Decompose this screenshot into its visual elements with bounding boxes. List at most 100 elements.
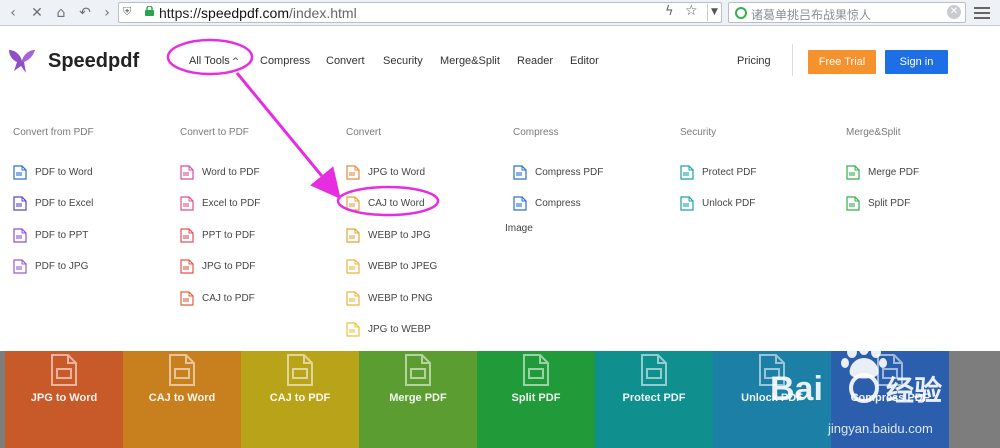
unlock-doc-icon: [680, 196, 694, 211]
dropdown-column: Convert from PDF PDF to Word PDF to Excel P…: [13, 98, 179, 351]
nav-compress[interactable]: Compress: [260, 55, 310, 67]
webp-to-png-icon: [346, 291, 360, 306]
dropdown-column-title: Convert to PDF: [180, 127, 249, 138]
tool-tile[interactable]: JPG to Word: [5, 351, 123, 448]
dropdown-tool-label: CAJ to PDF: [202, 293, 255, 304]
tool-tile-label: JPG to Word: [30, 392, 98, 404]
brand-name[interactable]: Speedpdf: [48, 50, 139, 73]
dropdown-column-title: Compress: [513, 127, 559, 138]
url-path: /index.html: [288, 5, 357, 21]
dropdown-tool-label: WEBP to JPG: [368, 230, 431, 241]
jpg-to-webp-icon: [346, 322, 360, 337]
forward-icon[interactable]: ›: [98, 4, 116, 22]
dropdown-tool-label: JPG to PDF: [202, 261, 256, 272]
site-header: Speedpdf All Tools ^ Compress Convert Sec…: [0, 26, 1000, 98]
dropdown-column: Security Protect PDF Unlock PDF: [680, 98, 846, 351]
url-host: speedpdf.com: [201, 5, 289, 21]
search-input[interactable]: 诸葛单挑吕布战果惊人 ✕: [728, 2, 966, 23]
pdf-tile-icon: [287, 354, 313, 386]
dropdown-tool-label: WEBP to PNG: [368, 293, 433, 304]
nav-editor[interactable]: Editor: [570, 55, 599, 67]
tool-tile[interactable]: Split PDF: [477, 351, 595, 448]
webp-to-jpeg-icon: [346, 259, 360, 274]
tool-tile[interactable]: CAJ to PDF: [241, 351, 359, 448]
nav-convert[interactable]: Convert: [326, 55, 365, 67]
chevron-down-icon[interactable]: ▼: [707, 4, 721, 21]
dropdown-tool-label: JPG to Word: [368, 167, 426, 178]
ppt-doc-icon: [13, 228, 27, 243]
lightning-icon[interactable]: ϟ: [665, 4, 674, 19]
all-tools-dropdown: Convert from PDF PDF to Word PDF to Excel P…: [0, 98, 1000, 351]
free-trial-button[interactable]: Free Trial: [808, 50, 876, 74]
dropdown-tool-label: JPG to WEBP: [368, 324, 431, 335]
excel-to-pdf-icon: [180, 196, 194, 211]
caj-to-word-icon: [346, 196, 360, 211]
split-tile-icon: [523, 354, 549, 386]
compress-image-icon: [513, 196, 527, 211]
home-icon[interactable]: ⌂: [52, 4, 70, 22]
dropdown-tool-label: Protect PDF: [702, 167, 757, 178]
search-placeholder: 诸葛单挑吕布战果惊人: [751, 8, 872, 22]
nav-merge-split[interactable]: Merge&Split: [440, 55, 500, 67]
compress-pdf-icon: [513, 165, 527, 180]
lock-tile-icon: [641, 354, 667, 386]
chevron-up-icon: ^: [231, 57, 240, 67]
tool-tile[interactable]: CAJ to Word: [123, 351, 241, 448]
word-doc-icon: [13, 165, 27, 180]
split-icon: [846, 196, 860, 211]
dropdown-tool-label: Merge PDF: [868, 167, 920, 178]
dropdown-tool-label: Split PDF: [868, 198, 911, 209]
sign-in-button[interactable]: Sign in: [885, 50, 948, 74]
ppt-to-pdf-icon: [180, 228, 194, 243]
nav-security[interactable]: Security: [383, 55, 423, 67]
close-tab-icon[interactable]: ✕: [28, 4, 46, 22]
layers-tile-icon: [169, 354, 195, 386]
dropdown-column-title: Convert from PDF: [13, 127, 94, 138]
dropdown-column: Convert to PDF Word to PDF Excel to PDF PPT…: [180, 98, 346, 351]
dropdown-tool-label: CAJ to Word: [368, 198, 425, 209]
tool-tile-label: CAJ to Word: [148, 392, 216, 404]
address-bar[interactable]: ⛨ https://speedpdf.com/index.html ϟ ☆ ▼: [118, 2, 722, 23]
url-scheme: https://: [159, 5, 202, 21]
nav-reader[interactable]: Reader: [517, 55, 553, 67]
merge-tile-icon: [405, 354, 431, 386]
clear-search-icon[interactable]: ✕: [947, 5, 961, 19]
compress-image-label-continued[interactable]: Image: [505, 223, 533, 234]
image-tile-icon: [51, 354, 77, 386]
back-icon[interactable]: ‹: [4, 4, 22, 22]
menu-icon[interactable]: [972, 4, 992, 22]
dropdown-tool-label: Compress PDF: [535, 167, 604, 178]
dropdown-tool-label: PPT to PDF: [202, 230, 256, 241]
svg-text:Bai: Bai: [770, 370, 823, 408]
tool-tile-label: Protect PDF: [622, 392, 686, 404]
browser-toolbar: ‹ ✕ ⌂ ↶ › ⛨ https://speedpdf.com/index.h…: [0, 0, 1000, 26]
webp-to-jpg-icon: [346, 228, 360, 243]
jpg-to-word-icon: [346, 165, 360, 180]
tool-tile-label: CAJ to PDF: [269, 392, 331, 404]
merge-icon: [846, 165, 860, 180]
image-doc-icon: [13, 259, 27, 274]
tool-tile[interactable]: Protect PDF: [595, 351, 713, 448]
search-engine-icon: [735, 7, 747, 19]
excel-doc-icon: [13, 196, 27, 211]
dropdown-tool-label: PDF to JPG: [35, 261, 89, 272]
url-text: https://speedpdf.com/index.html: [159, 5, 357, 21]
nav-all-tools-label: All Tools: [189, 55, 230, 67]
tool-tile[interactable]: Merge PDF: [359, 351, 477, 448]
nav-pricing[interactable]: Pricing: [737, 55, 771, 67]
lock-doc-icon: [680, 165, 694, 180]
dropdown-tool-label: WEBP to JPEG: [368, 261, 438, 272]
dropdown-tool-label: Compress: [535, 198, 581, 209]
nav-all-tools[interactable]: All Tools ^: [189, 55, 239, 67]
dropdown-column-title: Convert: [346, 127, 382, 138]
dropdown-tool-label: PDF to Word: [35, 167, 93, 178]
dropdown-column: Compress Compress PDF Compress Image: [505, 98, 679, 351]
star-icon[interactable]: ☆: [685, 3, 698, 19]
shield-icon[interactable]: ⛨: [123, 5, 136, 20]
undo-icon[interactable]: ↶: [76, 4, 94, 22]
speedpdf-logo-icon[interactable]: [6, 44, 38, 76]
dropdown-column: Convert JPG to Word CAJ to Word WEBP to JPG…: [346, 98, 512, 351]
svg-text:经验: 经验: [886, 374, 942, 407]
tool-tile-label: Split PDF: [511, 392, 561, 404]
word-to-pdf-icon: [180, 165, 194, 180]
